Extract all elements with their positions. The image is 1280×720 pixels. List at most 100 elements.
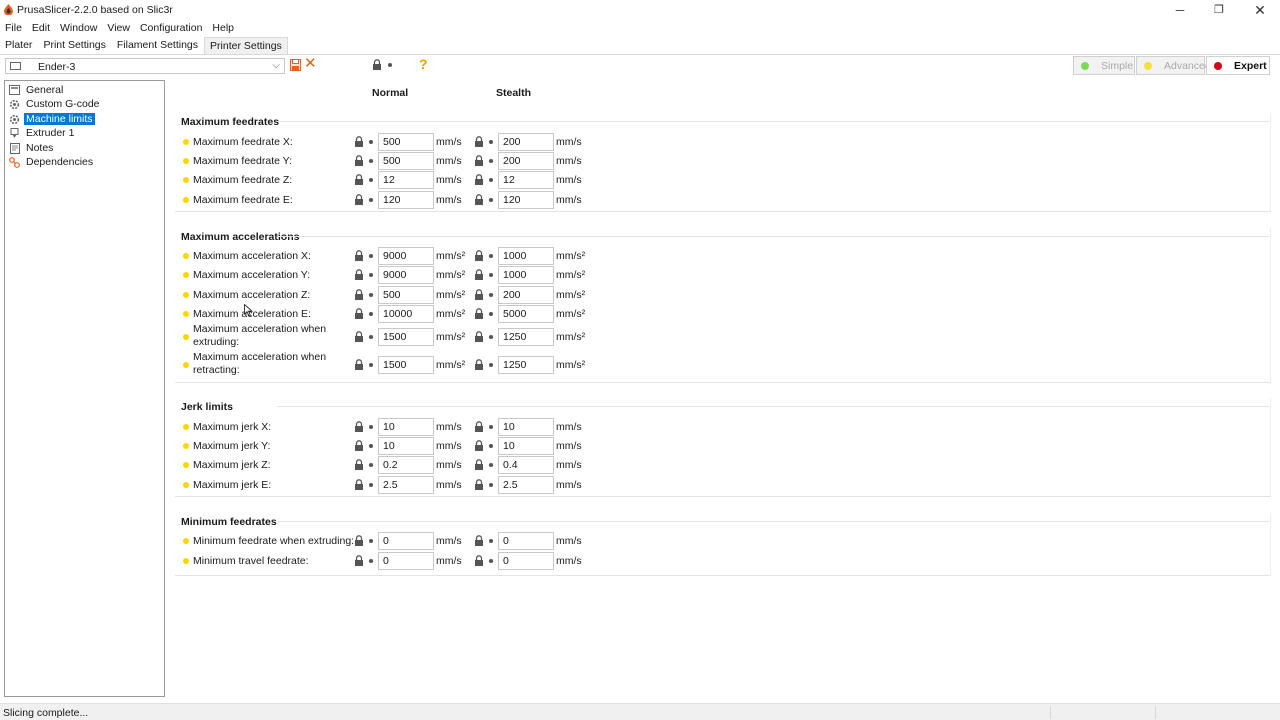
lock-icon[interactable] [474,194,484,208]
stealth-value-input[interactable]: 200 [498,133,554,151]
system-value-dot-icon[interactable] [489,178,493,182]
sidebar-item-notes[interactable]: Notes [9,141,55,155]
lock-icon[interactable] [354,535,364,549]
lock-icon[interactable] [354,440,364,454]
normal-value-input[interactable]: 12 [378,171,434,189]
tab-print-settings[interactable]: Print Settings [38,37,111,54]
system-value-dot-icon[interactable] [489,444,493,448]
lock-icon[interactable] [474,250,484,264]
stealth-value-input[interactable]: 120 [498,191,554,209]
system-value-dot-icon[interactable] [489,483,493,487]
stealth-value-input[interactable]: 200 [498,152,554,170]
menu-configuration[interactable]: Configuration [135,20,207,36]
tab-plater[interactable]: Plater [0,37,38,54]
lock-icon[interactable] [354,331,364,345]
stealth-value-input[interactable]: 5000 [498,305,554,323]
system-value-dot-icon[interactable] [369,444,373,448]
normal-value-input[interactable]: 120 [378,191,434,209]
lock-icon[interactable] [354,308,364,322]
normal-value-input[interactable]: 9000 [378,266,434,284]
normal-value-input[interactable]: 0.2 [378,456,434,474]
lock-icon[interactable] [474,308,484,322]
normal-value-input[interactable]: 1500 [378,356,434,374]
lock-icon[interactable] [474,136,484,150]
system-value-dot-icon[interactable] [489,159,493,163]
stealth-value-input[interactable]: 0.4 [498,456,554,474]
lock-icon[interactable] [354,269,364,283]
normal-value-input[interactable]: 500 [378,286,434,304]
system-value-dot-icon[interactable] [489,463,493,467]
system-value-dot-icon[interactable] [369,539,373,543]
delete-preset-icon[interactable]: ✕ [304,56,317,72]
lock-icon[interactable] [474,331,484,345]
stealth-value-input[interactable]: 1250 [498,356,554,374]
stealth-value-input[interactable]: 1000 [498,247,554,265]
close-window-button[interactable]: ✕ [1240,0,1280,20]
stealth-value-input[interactable]: 1250 [498,328,554,346]
stealth-value-input[interactable]: 1000 [498,266,554,284]
lock-icon[interactable] [354,459,364,473]
system-value-dot-icon[interactable] [489,254,493,258]
lock-icon[interactable] [354,250,364,264]
system-value-dot-icon[interactable] [489,293,493,297]
normal-value-input[interactable]: 500 [378,133,434,151]
system-value-dot-icon[interactable] [369,159,373,163]
mode-expert-button[interactable]: Expert [1206,56,1270,75]
lock-icon[interactable] [354,155,364,169]
lock-icon[interactable] [474,155,484,169]
normal-value-input[interactable]: 0 [378,532,434,550]
system-value-dot-icon[interactable] [369,273,373,277]
system-value-dot-icon[interactable] [369,463,373,467]
tab-printer-settings[interactable]: Printer Settings [204,37,288,54]
normal-value-input[interactable]: 2.5 [378,476,434,494]
system-value-dot-icon[interactable] [369,312,373,316]
lock-icon[interactable] [474,421,484,435]
lock-icon[interactable] [354,421,364,435]
help-icon[interactable]: ? [419,56,428,72]
lock-icon[interactable] [474,479,484,493]
sidebar-item-custom-gcode[interactable]: Custom G-code [9,97,102,111]
lock-icon[interactable] [354,194,364,208]
system-value-dot-icon[interactable] [369,559,373,563]
mode-simple-button[interactable]: Simple [1073,56,1135,75]
stealth-value-input[interactable]: 0 [498,552,554,570]
menu-file[interactable]: File [0,20,27,36]
menu-window[interactable]: Window [55,20,102,36]
lock-icon[interactable] [354,555,364,569]
lock-icon[interactable] [354,174,364,188]
lock-icon[interactable] [474,459,484,473]
system-value-dot-icon[interactable] [369,483,373,487]
system-value-dot-icon[interactable] [369,425,373,429]
normal-value-input[interactable]: 1500 [378,328,434,346]
stealth-value-input[interactable]: 200 [498,286,554,304]
mode-advanced-button[interactable]: Advanced [1136,56,1211,75]
stealth-value-input[interactable]: 0 [498,532,554,550]
lock-icon[interactable] [474,289,484,303]
lock-icon[interactable] [354,359,364,373]
menu-view[interactable]: View [102,20,135,36]
normal-value-input[interactable]: 10 [378,418,434,436]
lock-icon[interactable] [354,136,364,150]
system-value-dot-icon[interactable] [489,312,493,316]
normal-value-input[interactable]: 500 [378,152,434,170]
sidebar-item-extruder-1[interactable]: Extruder 1 [9,126,76,140]
normal-value-input[interactable]: 10000 [378,305,434,323]
normal-value-input[interactable]: 9000 [378,247,434,265]
lock-icon[interactable] [474,440,484,454]
system-value-dot-icon[interactable] [489,539,493,543]
tab-filament-settings[interactable]: Filament Settings [112,37,204,54]
sidebar-item-dependencies[interactable]: Dependencies [9,155,95,169]
lock-icon[interactable] [474,535,484,549]
system-value-dot-icon[interactable] [369,363,373,367]
lock-icon[interactable] [354,479,364,493]
save-preset-icon[interactable] [290,59,301,71]
menu-help[interactable]: Help [207,20,239,36]
lock-icon[interactable] [354,289,364,303]
system-value-dot-icon[interactable] [369,293,373,297]
normal-value-input[interactable]: 10 [378,437,434,455]
system-value-dot-icon[interactable] [489,363,493,367]
system-value-dot-icon[interactable] [489,140,493,144]
system-value-dot-icon[interactable] [369,254,373,258]
lock-icon[interactable] [474,174,484,188]
system-value-dot-icon[interactable] [489,425,493,429]
